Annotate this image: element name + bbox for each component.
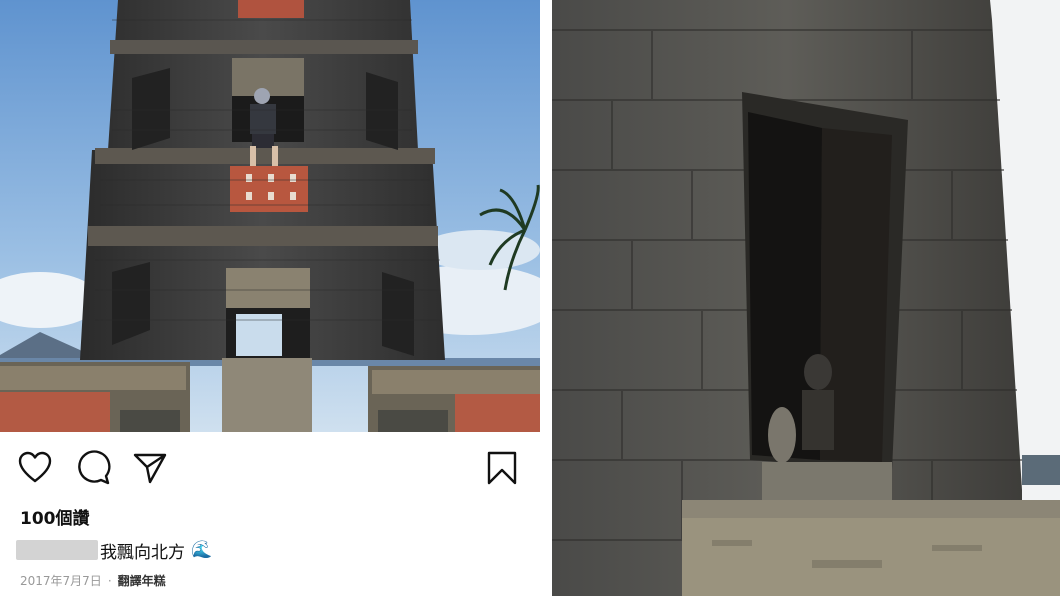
post-meta: 2017年7月7日 · 翻譯年糕 <box>20 572 166 589</box>
heart-icon[interactable] <box>17 450 53 486</box>
comment-icon[interactable] <box>76 450 112 486</box>
translate-link[interactable]: 翻譯年糕 <box>118 572 166 589</box>
post-photo-lighthouse[interactable] <box>0 0 540 432</box>
closeup-photo-doorway <box>552 0 1060 596</box>
send-icon[interactable] <box>132 450 168 486</box>
caption-row: 我飄向北方 🌊 <box>16 538 213 563</box>
post-date: 2017年7月7日 <box>20 574 102 588</box>
bookmark-icon[interactable] <box>484 450 520 486</box>
wave-emoji: 🌊 <box>191 540 213 560</box>
username-blurred[interactable] <box>16 540 98 560</box>
panel-divider <box>540 0 552 596</box>
caption-text: 我飄向北方 <box>100 542 185 563</box>
post-actions-area: 100個讚 我飄向北方 🌊 2017年7月7日 · 翻譯年糕 <box>0 432 540 596</box>
like-count[interactable]: 100個讚 <box>20 504 90 529</box>
instagram-post: 100個讚 我飄向北方 🌊 2017年7月7日 · 翻譯年糕 <box>0 0 548 596</box>
meta-separator: · <box>107 573 112 588</box>
